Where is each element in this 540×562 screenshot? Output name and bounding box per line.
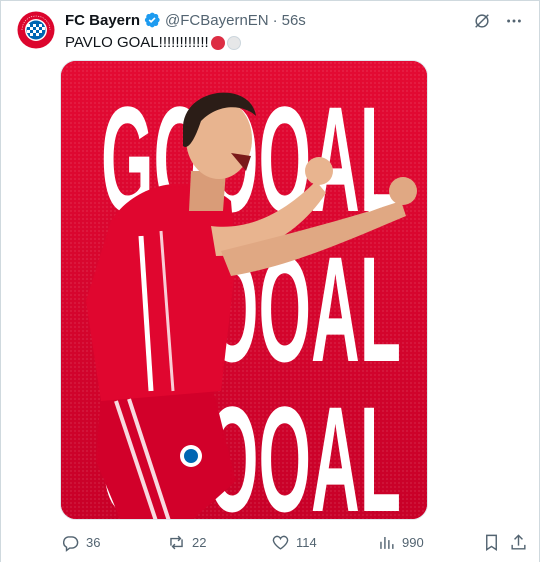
display-name[interactable]: FC Bayern bbox=[65, 12, 140, 29]
reply-icon bbox=[62, 535, 79, 552]
fc-bayern-logo bbox=[16, 10, 56, 50]
views-button[interactable]: 990 bbox=[377, 529, 424, 555]
heart-icon bbox=[272, 535, 289, 550]
tweet-body: PAVLO GOAL!!!!!!!!!!!! bbox=[65, 34, 209, 51]
reply-count: 36 bbox=[86, 534, 101, 550]
white-circle-icon bbox=[226, 36, 241, 50]
like-button[interactable]: 114 bbox=[271, 529, 317, 555]
like-count: 114 bbox=[296, 534, 317, 550]
timestamp[interactable]: 56s bbox=[282, 12, 306, 29]
tweet-text: PAVLO GOAL!!!!!!!!!!!! bbox=[65, 33, 241, 53]
reply-button[interactable]: 36 bbox=[61, 529, 100, 555]
repost-icon bbox=[170, 535, 183, 549]
bookmark-icon bbox=[486, 534, 497, 551]
handle[interactable]: @FCBayernEN bbox=[165, 12, 269, 29]
bookmark-button[interactable] bbox=[482, 529, 501, 555]
verified-badge-icon bbox=[143, 11, 161, 29]
tweet-card: FC Bayern @FCBayernEN · 56s PAVLO GOAL!!… bbox=[0, 0, 540, 562]
tweet-media-image[interactable]: GOOOAL GOOOAL GOOOAL bbox=[60, 60, 428, 520]
red-circle-icon bbox=[210, 36, 225, 50]
grok-icon[interactable] bbox=[471, 10, 493, 32]
tweet-header: FC Bayern @FCBayernEN · 56s bbox=[65, 10, 306, 30]
share-button[interactable] bbox=[509, 529, 528, 555]
separator-dot: · bbox=[272, 11, 278, 29]
views-chart-icon bbox=[380, 536, 394, 549]
repost-count: 22 bbox=[192, 534, 207, 550]
more-options-icon[interactable] bbox=[503, 10, 525, 32]
repost-button[interactable]: 22 bbox=[167, 529, 206, 555]
top-icons bbox=[471, 10, 525, 32]
views-count: 990 bbox=[402, 534, 424, 550]
share-icon bbox=[511, 533, 526, 550]
action-bar: 36 22 114 990 bbox=[1, 529, 540, 555]
avatar[interactable] bbox=[16, 10, 56, 50]
goal-graphic: GOOOAL GOOOAL GOOOAL bbox=[61, 61, 427, 519]
